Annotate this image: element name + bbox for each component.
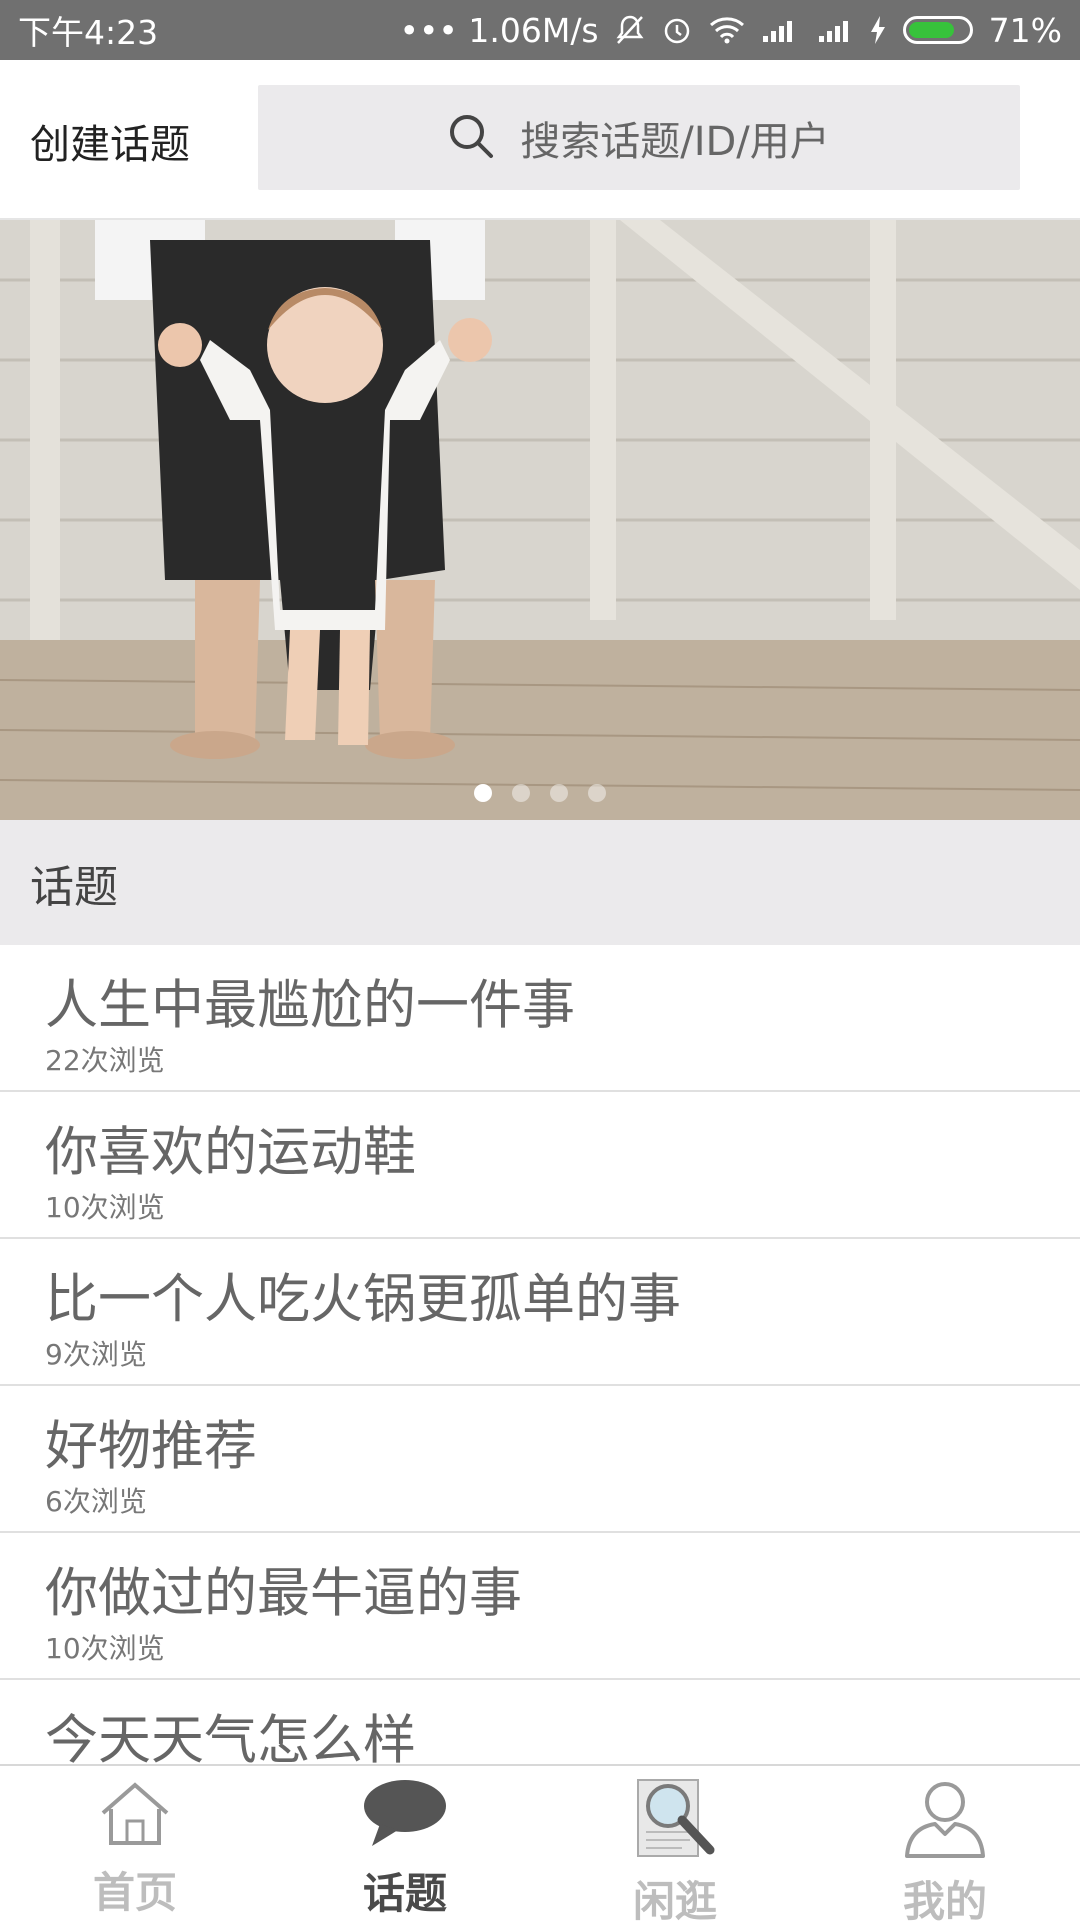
carousel-indicators — [0, 784, 1080, 802]
charging-icon — [869, 15, 887, 45]
carousel-dot[interactable] — [588, 784, 606, 802]
signal-icon — [761, 16, 801, 44]
tab-label: 话题 — [362, 1869, 447, 1918]
user-icon — [900, 1776, 990, 1860]
search-placeholder: 搜索话题/ID/用户 — [520, 118, 830, 165]
bottom-nav: 首页 话题 闲逛 我的 — [0, 1764, 1080, 1926]
top-header: 创建话题 搜索话题/ID/用户 — [0, 60, 1080, 220]
chat-bubble-icon — [360, 1776, 450, 1852]
banner-carousel[interactable] — [0, 220, 1080, 820]
topic-title: 比一个人吃火锅更孤单的事 — [45, 1269, 681, 1330]
tab-home[interactable]: 首页 — [0, 1766, 270, 1920]
topic-title: 今天天气怎么样 — [45, 1710, 416, 1771]
topic-title: 人生中最尴尬的一件事 — [45, 975, 575, 1036]
topic-views: 6次浏览 — [45, 1485, 147, 1518]
create-topic-button[interactable]: 创建话题 — [30, 112, 190, 170]
tab-browse[interactable]: 闲逛 — [540, 1766, 810, 1926]
carousel-dot[interactable] — [512, 784, 530, 802]
search-icon — [448, 113, 494, 163]
topic-views: 9次浏览 — [45, 1338, 147, 1371]
network-speed: ••• 1.06M/s — [399, 10, 599, 50]
list-item[interactable]: 好物推荐 6次浏览 — [0, 1386, 1080, 1533]
wifi-icon — [709, 16, 745, 44]
battery-icon — [902, 16, 973, 44]
list-item[interactable]: 比一个人吃火锅更孤单的事 9次浏览 — [0, 1239, 1080, 1386]
topic-title: 好物推荐 — [45, 1416, 257, 1477]
status-time: 下午4:23 — [18, 13, 159, 52]
list-item[interactable]: 你做过的最牛逼的事 10次浏览 — [0, 1533, 1080, 1680]
list-item[interactable]: 你喜欢的运动鞋 10次浏览 — [0, 1092, 1080, 1239]
topic-title: 你喜欢的运动鞋 — [45, 1122, 416, 1183]
magnifier-document-icon — [630, 1776, 720, 1860]
signal-icon-2 — [817, 16, 853, 44]
section-title: 话题 — [30, 861, 118, 913]
home-icon — [90, 1776, 180, 1851]
alarm-icon — [661, 14, 693, 46]
carousel-dot[interactable] — [550, 784, 568, 802]
banner-photo — [0, 220, 1080, 820]
section-header: 话题 — [0, 820, 1080, 945]
tab-topics[interactable]: 话题 — [270, 1766, 540, 1920]
list-item[interactable]: 人生中最尴尬的一件事 22次浏览 — [0, 945, 1080, 1092]
topic-title: 你做过的最牛逼的事 — [45, 1563, 522, 1624]
tab-label: 首页 — [92, 1868, 177, 1917]
carousel-dot[interactable] — [474, 784, 492, 802]
topic-views: 22次浏览 — [45, 1044, 165, 1077]
battery-percent: 71% — [988, 10, 1062, 50]
topic-list: 人生中最尴尬的一件事 22次浏览 你喜欢的运动鞋 10次浏览 比一个人吃火锅更孤… — [0, 945, 1080, 1827]
topic-views: 10次浏览 — [45, 1191, 165, 1224]
tab-mine[interactable]: 我的 — [810, 1766, 1080, 1926]
status-bar: 下午4:23 ••• 1.06M/s 71% — [0, 0, 1080, 60]
search-input[interactable]: 搜索话题/ID/用户 — [258, 85, 1020, 190]
topic-views: 10次浏览 — [45, 1632, 165, 1665]
mute-icon — [615, 14, 645, 46]
